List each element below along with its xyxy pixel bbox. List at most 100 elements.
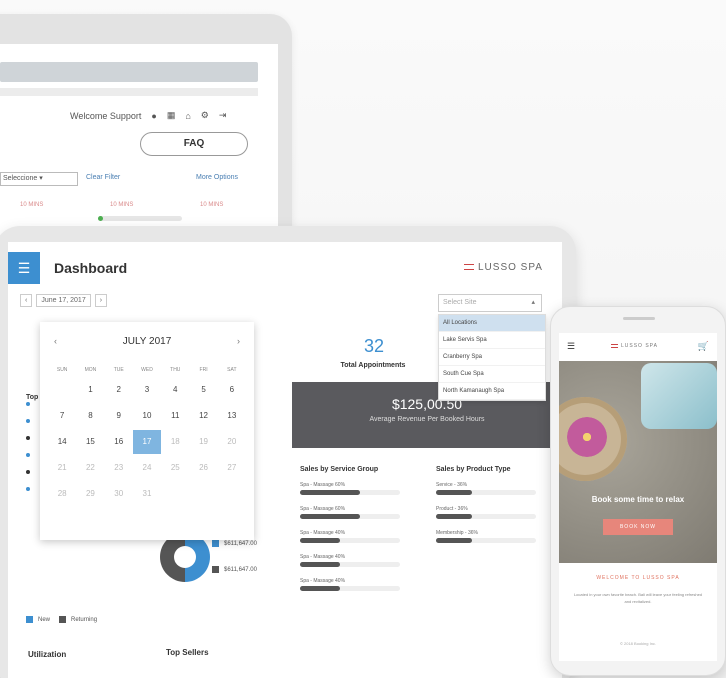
bar-row: Service - 36% — [436, 482, 536, 502]
bar-label: Spa - Massage 40% — [300, 530, 346, 536]
date-picker: ‹ JULY 2017 › SUN MON TUE WED THU FRI SAT 1 2 3 4 5… — [40, 322, 254, 540]
dropdown-option[interactable]: Lake Servis Spa — [439, 332, 545, 349]
bar-fill — [300, 562, 340, 567]
calendar-day[interactable]: 23 — [105, 456, 133, 480]
calendar-day[interactable]: 20 — [218, 430, 246, 454]
date-range-input[interactable]: June 17, 2017 — [36, 294, 91, 307]
bar-track — [300, 538, 400, 543]
bar-track — [300, 490, 400, 495]
bar-row: Spa - Massage 40% — [300, 530, 400, 550]
calendar-day[interactable]: 13 — [218, 404, 246, 428]
phone-speaker — [623, 317, 655, 320]
logo-mark-icon — [611, 343, 618, 348]
calendar-empty — [48, 378, 76, 402]
home-icon[interactable]: ⌂ — [185, 111, 190, 121]
hamburger-menu-button[interactable]: ☰ — [8, 252, 40, 284]
calendar-day[interactable]: 6 — [218, 378, 246, 402]
legend-swatch — [59, 616, 67, 623]
calendar-day[interactable]: 16 — [105, 430, 133, 454]
legend-returning: Returning — [71, 616, 98, 623]
screenshot: Welcome Support ● ▦ ⌂ ⚙ ⇥ FAQ Seleccione… — [0, 0, 726, 678]
hamburger-menu-icon[interactable]: ☰ — [567, 341, 575, 352]
date-range-value: June 17, 2017 — [41, 297, 86, 304]
legend-new: New — [38, 616, 51, 623]
hero-text: Book some time to relax — [591, 495, 685, 504]
calendar-day[interactable]: 29 — [76, 482, 104, 506]
dropdown-option[interactable]: North Kamanaugh Spa — [439, 383, 545, 400]
calendar-day[interactable]: 19 — [189, 430, 217, 454]
welcome-heading: WELCOME TO LUSSO SPA — [596, 575, 680, 581]
date-prev-button[interactable]: ‹ — [20, 294, 33, 307]
weekday-header: WED — [141, 367, 153, 373]
calendar-day[interactable]: 5 — [189, 378, 217, 402]
settings-icon[interactable]: ⚙ — [201, 110, 209, 121]
top-list-bullets — [26, 402, 30, 504]
dropdown-option[interactable]: Cranberry Spa — [439, 349, 545, 366]
calendar-day[interactable]: 7 — [48, 404, 76, 428]
bar-track — [300, 562, 400, 567]
calendar-day[interactable]: 31 — [133, 482, 161, 506]
faq-button[interactable]: FAQ — [140, 132, 248, 156]
chat-icon[interactable]: ● — [151, 111, 156, 121]
dropdown-option[interactable]: South Cue Spa — [439, 366, 545, 383]
top-sellers-title: Top Sellers — [166, 648, 209, 657]
filter-select[interactable]: Seleccione ▾ — [0, 172, 78, 186]
calendar-next-button[interactable]: › — [237, 336, 240, 346]
bar-row: Membership - 36% — [436, 530, 536, 550]
bar-fill — [436, 490, 472, 495]
bullet — [26, 436, 30, 440]
calendar-day[interactable]: 27 — [218, 456, 246, 480]
calendar-day[interactable]: 14 — [48, 430, 76, 454]
utilization-title: Utilization — [28, 650, 67, 659]
calendar-day[interactable]: 11 — [161, 404, 189, 428]
calendar-day[interactable]: 25 — [161, 456, 189, 480]
calendar-day[interactable]: 22 — [76, 456, 104, 480]
calendar-day[interactable]: 18 — [161, 430, 189, 454]
calendar-day[interactable]: 3 — [133, 378, 161, 402]
calendar-day[interactable]: 24 — [133, 456, 161, 480]
bar-fill — [300, 538, 340, 543]
grid-icon[interactable]: ▦ — [167, 110, 176, 121]
logout-icon[interactable]: ⇥ — [219, 110, 227, 121]
calendar-day[interactable]: 8 — [76, 404, 104, 428]
clear-filter-link[interactable]: Clear Filter — [86, 174, 120, 181]
bar-label: Product - 36% — [436, 506, 468, 512]
calendar-day[interactable]: 2 — [105, 378, 133, 402]
calendar-day[interactable]: 1 — [76, 378, 104, 402]
weekday-header: FRI — [199, 367, 208, 373]
bullet — [26, 402, 30, 406]
calendar-empty — [218, 482, 246, 506]
bar-label: Spa - Massage 40% — [300, 578, 346, 584]
more-options-link[interactable]: More Options — [196, 174, 238, 181]
calendar-day[interactable]: 28 — [48, 482, 76, 506]
calendar-day[interactable]: 21 — [48, 456, 76, 480]
calendar-day[interactable]: 10 — [133, 404, 161, 428]
book-now-button[interactable]: BOOK NOW — [603, 519, 673, 535]
bullet — [26, 419, 30, 423]
bar-row: Spa - Massage 40% — [300, 554, 400, 574]
calendar-day[interactable]: 15 — [76, 430, 104, 454]
date-next-button[interactable]: › — [94, 294, 108, 307]
legend-item: $611,647.00 — [212, 540, 257, 547]
calendar-day[interactable]: 9 — [105, 404, 133, 428]
sales-service-title: Sales by Service Group — [300, 466, 379, 473]
dropdown-option[interactable]: All Locations — [439, 315, 545, 332]
revenue-label: Average Revenue Per Booked Hours — [369, 416, 485, 423]
welcome-text: Welcome Support — [70, 110, 142, 121]
calendar-day[interactable]: 26 — [189, 456, 217, 480]
calendar-day[interactable]: 12 — [189, 404, 217, 428]
calendar-day[interactable]: 4 — [161, 378, 189, 402]
total-appointments-value: 32 — [363, 336, 385, 356]
phone-screen: ☰ LUSSO SPA 🛒 Book some time to relax BO… — [559, 333, 717, 661]
calendar-day[interactable]: 17 — [132, 430, 162, 454]
back-stat-label: 10 MINS — [20, 202, 44, 208]
calendar-month: JULY 2017 — [122, 336, 172, 347]
legend-item: $611,647.00 — [212, 566, 257, 573]
bar-track — [436, 538, 536, 543]
calendar-day[interactable]: 30 — [105, 482, 133, 506]
weekday-header: SAT — [227, 367, 237, 373]
sales-product-title: Sales by Product Type — [436, 466, 511, 473]
weekday-header: THU — [170, 367, 181, 373]
cart-icon[interactable]: 🛒 — [698, 341, 709, 352]
site-select[interactable]: Select Site ▴ — [438, 294, 542, 312]
